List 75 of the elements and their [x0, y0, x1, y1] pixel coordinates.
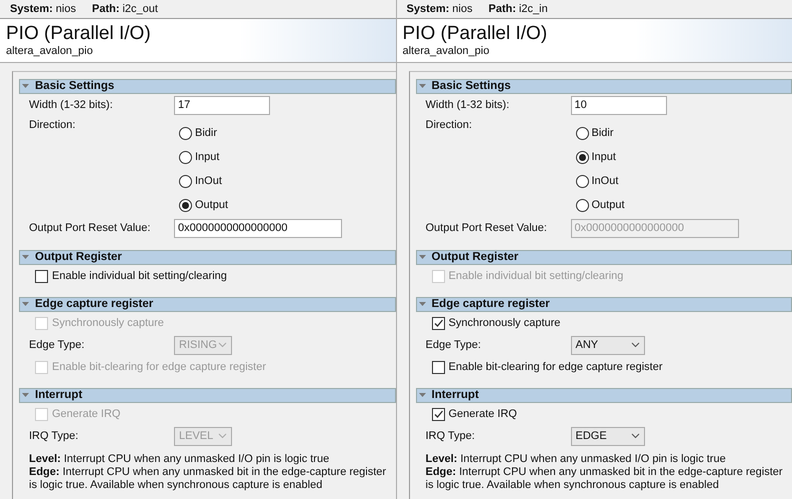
component-name: altera_avalon_pio	[402, 45, 490, 58]
field-label: Width (1-32 bits):	[426, 99, 510, 112]
radio-button[interactable]	[179, 198, 192, 212]
caret-icon	[630, 342, 640, 348]
radio-label: Output	[592, 198, 625, 212]
input-field[interactable]: 10	[570, 96, 666, 116]
field-label: Edge Type:	[29, 338, 86, 352]
help-text: Edge: Interrupt CPU when any unmasked bit in the edge-capture register is logic true. Available when synchronous capture is enabled	[424, 466, 784, 492]
radio-label: InOut	[195, 174, 222, 188]
section-header[interactable]: Edge capture register	[19, 297, 396, 312]
section-header[interactable]: Output Register	[19, 250, 396, 266]
section-header[interactable]: Output Register	[416, 250, 792, 266]
field-label: Output Port Reset Value:	[29, 222, 152, 236]
section-header[interactable]: Interrupt	[19, 388, 396, 404]
checkbox[interactable]	[432, 408, 444, 421]
section-header[interactable]: Edge capture register	[416, 297, 792, 312]
radio-button[interactable]	[576, 174, 588, 188]
checkbox[interactable]	[432, 360, 444, 374]
section-header[interactable]: Basic Settings	[19, 79, 396, 94]
radio-label: Input	[592, 150, 616, 164]
checkbox-label: Enable individual bit setting/clearing	[52, 270, 227, 283]
system-label: System: nios	[10, 3, 76, 15]
radio-label: Output	[195, 198, 228, 212]
triangle-icon	[22, 84, 29, 90]
input-field[interactable]: 0x0000000000000000	[174, 219, 342, 238]
field-label: Output Port Reset Value:	[426, 222, 548, 236]
help-text: Level: Interrupt CPU when any unmasked I/O pin is logic true	[424, 453, 727, 466]
radio-button[interactable]	[576, 150, 588, 164]
triangle-icon	[22, 255, 29, 260]
field-label: Direction:	[29, 119, 76, 132]
dropdown[interactable]: ANY	[570, 336, 644, 355]
checkbox-label: Generate IRQ	[52, 408, 120, 421]
radio-button[interactable]	[576, 126, 588, 140]
triangle-icon	[22, 393, 29, 398]
field-label: Edge Type:	[426, 338, 482, 352]
radio-button[interactable]	[576, 198, 588, 212]
checkbox-label: Generate IRQ	[448, 408, 517, 421]
checkbox[interactable]	[432, 316, 444, 330]
checkbox[interactable]	[35, 270, 48, 283]
triangle-icon	[418, 393, 426, 398]
input-field[interactable]: 17	[174, 96, 270, 116]
component-title: PIO (Parallel I/O)	[402, 23, 548, 45]
path-label: Path: i2c_out	[92, 3, 158, 15]
radio-label: Bidir	[592, 126, 614, 140]
triangle-icon	[418, 255, 426, 260]
help-text: Level: Interrupt CPU when any unmasked I/O pin is logic true	[28, 453, 330, 466]
checkbox-label: Synchronously capture	[448, 316, 560, 330]
radio-button[interactable]	[179, 174, 192, 188]
caret-icon	[218, 433, 227, 440]
radio-label: Input	[195, 150, 220, 164]
component-name: altera_avalon_pio	[6, 45, 94, 58]
component-title: PIO (Parallel I/O)	[6, 23, 152, 45]
checkbox-label: Enable bit-clearing for edge capture register	[448, 360, 663, 374]
checkbox-label: Enable individual bit setting/clearing	[448, 270, 624, 283]
radio-label: Bidir	[195, 126, 218, 140]
checkbox-label: Synchronously capture	[52, 316, 164, 330]
dropdown[interactable]: EDGE	[570, 426, 644, 446]
section-header[interactable]: Interrupt	[416, 388, 792, 404]
triangle-icon	[22, 302, 29, 308]
checkbox-label: Enable bit-clearing for edge capture register	[52, 360, 266, 374]
radio-label: InOut	[592, 174, 618, 188]
triangle-icon	[418, 302, 426, 308]
field-label: IRQ Type:	[426, 430, 476, 443]
section-header[interactable]: Basic Settings	[416, 79, 792, 94]
triangle-icon	[418, 84, 426, 90]
field-label: Width (1-32 bits):	[29, 99, 114, 112]
help-text: Edge: Interrupt CPU when any unmasked bit in the edge-capture register is logic true. Available when synchronous capture is enabled	[28, 466, 388, 492]
system-label: System: nios	[406, 3, 472, 15]
radio-button[interactable]	[179, 126, 192, 140]
caret-icon	[218, 342, 227, 348]
field-label: IRQ Type:	[29, 430, 80, 443]
caret-icon	[630, 433, 640, 440]
path-label: Path: i2c_in	[488, 3, 548, 15]
field-label: Direction:	[426, 119, 473, 132]
radio-button[interactable]	[179, 150, 192, 164]
